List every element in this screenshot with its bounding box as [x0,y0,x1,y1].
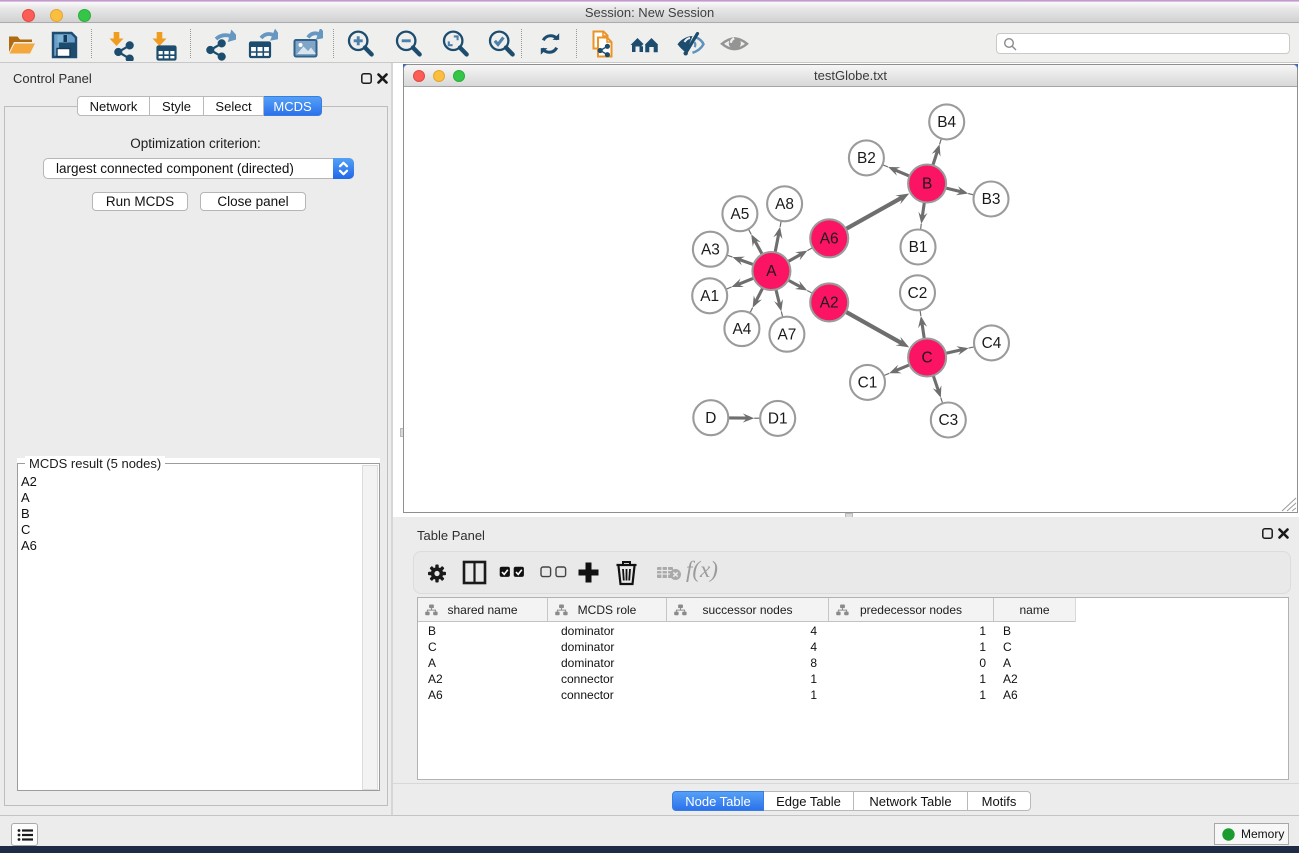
svg-text:A1: A1 [700,288,719,305]
svg-text:D: D [705,410,716,427]
svg-text:B: B [922,176,932,193]
svg-text:A8: A8 [775,196,794,213]
svg-text:C2: C2 [908,285,928,302]
svg-text:C1: C1 [858,375,878,392]
svg-text:B3: B3 [982,191,1001,208]
svg-text:B2: B2 [857,150,876,167]
svg-text:A4: A4 [732,321,751,338]
svg-text:C4: C4 [982,335,1002,352]
svg-text:A: A [766,263,777,280]
svg-text:C: C [922,350,933,367]
svg-text:A2: A2 [820,295,839,312]
svg-text:D1: D1 [768,411,788,428]
svg-text:B1: B1 [909,239,928,256]
svg-text:A5: A5 [730,206,749,223]
svg-text:A3: A3 [701,241,720,258]
svg-text:A7: A7 [777,326,796,343]
svg-text:A6: A6 [820,231,839,248]
svg-text:C3: C3 [938,412,958,429]
svg-text:B4: B4 [937,114,956,131]
